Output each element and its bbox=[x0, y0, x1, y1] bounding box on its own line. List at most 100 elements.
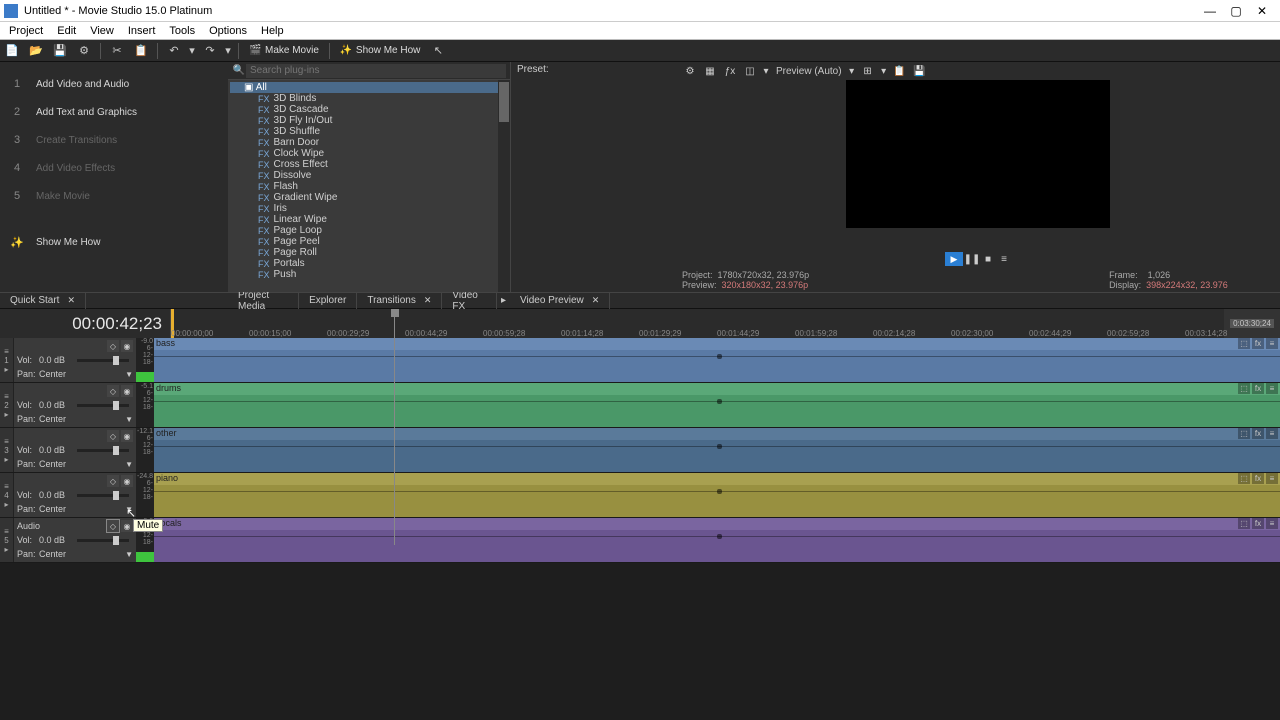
pv-overlay-icon[interactable]: ▦ bbox=[702, 64, 718, 78]
plugin-item[interactable]: FX3D Blinds bbox=[230, 93, 508, 104]
close-icon[interactable]: ✕ bbox=[424, 295, 432, 306]
solo-button[interactable]: ◉ bbox=[121, 340, 133, 352]
plugin-item[interactable]: FXGradient Wipe bbox=[230, 192, 508, 203]
close-button[interactable]: ✕ bbox=[1256, 5, 1268, 17]
undo-icon[interactable]: ↶ bbox=[164, 42, 184, 60]
pv-split-icon[interactable]: ◫ bbox=[742, 64, 758, 78]
clip-props-icon[interactable]: fx bbox=[1252, 383, 1264, 394]
vol-slider[interactable] bbox=[77, 404, 129, 407]
plugin-root[interactable]: ▣ All bbox=[230, 82, 508, 93]
plugin-item[interactable]: FXFlash bbox=[230, 181, 508, 192]
tab-project-media[interactable]: Project Media bbox=[228, 293, 299, 309]
plugin-item[interactable]: FXLinear Wipe bbox=[230, 214, 508, 225]
clip-menu-icon[interactable]: ≡ bbox=[1266, 383, 1278, 394]
playhead-line[interactable] bbox=[394, 315, 395, 545]
undo-dropdown[interactable]: ▾ bbox=[188, 42, 196, 60]
plugin-item[interactable]: FXPage Peel bbox=[230, 236, 508, 247]
track-header[interactable]: ≡5▸Audio◇◉Vol:0.0 dBPan:Center▼-6.66-12-… bbox=[0, 518, 154, 562]
mute-button[interactable]: ◇ bbox=[107, 475, 119, 487]
pv-grid-icon[interactable]: ⊞ bbox=[860, 64, 876, 78]
chevron-down-icon[interactable]: ▼ bbox=[125, 550, 133, 559]
mute-button[interactable]: ◇ bbox=[107, 385, 119, 397]
track-header[interactable]: ≡1▸◇◉Vol:0.0 dBPan:Center▼-9.06-12-18- bbox=[0, 338, 154, 382]
clip-props-icon[interactable]: fx bbox=[1252, 338, 1264, 349]
chevron-down-icon[interactable]: ▼ bbox=[125, 370, 133, 379]
clip[interactable]: vocals⬚fx≡ bbox=[154, 518, 1280, 562]
vol-slider[interactable] bbox=[77, 494, 129, 497]
copy-icon[interactable]: 📋 bbox=[131, 42, 151, 60]
pv-save-icon[interactable]: 💾 bbox=[912, 64, 928, 78]
plugin-item[interactable]: FX3D Shuffle bbox=[230, 126, 508, 137]
envelope-point[interactable] bbox=[717, 489, 722, 494]
open-icon[interactable]: 📂 bbox=[26, 42, 46, 60]
clip-fx-icon[interactable]: ⬚ bbox=[1238, 518, 1250, 529]
pause-button[interactable]: ❚❚ bbox=[965, 252, 979, 266]
envelope-point[interactable] bbox=[717, 534, 722, 539]
solo-button[interactable]: ◉ bbox=[121, 385, 133, 397]
tab-more-icon[interactable]: ▸ bbox=[497, 295, 510, 306]
menu-edit[interactable]: Edit bbox=[50, 25, 83, 37]
clip[interactable]: piano⬚fx≡ bbox=[154, 473, 1280, 517]
plugin-item[interactable]: FXBarn Door bbox=[230, 137, 508, 148]
quickstart-item[interactable]: 1Add Video and Audio bbox=[6, 70, 222, 98]
menu-project[interactable]: Project bbox=[2, 25, 50, 37]
menu-tools[interactable]: Tools bbox=[162, 25, 202, 37]
plugin-item[interactable]: FXIris bbox=[230, 203, 508, 214]
hamburger-icon[interactable]: ≡ bbox=[4, 347, 9, 356]
tab-quickstart[interactable]: Quick Start✕ bbox=[0, 293, 86, 309]
track-header[interactable]: ≡3▸◇◉Vol:0.0 dBPan:Center▼-12.16-12-18- bbox=[0, 428, 154, 472]
clip-menu-icon[interactable]: ≡ bbox=[1266, 518, 1278, 529]
plugin-item[interactable]: FXPortals bbox=[230, 258, 508, 269]
stop-button[interactable]: ■ bbox=[981, 252, 995, 266]
track-index[interactable]: ≡4▸ bbox=[0, 473, 14, 517]
pv-props-icon[interactable]: ⚙ bbox=[682, 64, 698, 78]
pv-grid-dropdown[interactable]: ▾ bbox=[880, 64, 888, 78]
preview-mode[interactable]: Preview (Auto) bbox=[772, 66, 846, 77]
transport-menu-icon[interactable]: ≡ bbox=[997, 252, 1011, 266]
quickstart-show-me-how[interactable]: ✨ Show Me How bbox=[6, 228, 222, 256]
clip-props-icon[interactable]: fx bbox=[1252, 428, 1264, 439]
pv-fx-icon[interactable]: ƒx bbox=[722, 64, 738, 78]
redo-dropdown[interactable]: ▾ bbox=[224, 42, 232, 60]
settings-icon[interactable]: ⚙ bbox=[74, 42, 94, 60]
mute-button[interactable]: ◇ bbox=[107, 520, 119, 532]
chevron-right-icon[interactable]: ▸ bbox=[4, 500, 8, 509]
clip[interactable]: other⬚fx≡ bbox=[154, 428, 1280, 472]
plugin-item[interactable]: FX3D Fly In/Out bbox=[230, 115, 508, 126]
play-button[interactable]: ▶ bbox=[945, 252, 963, 266]
new-icon[interactable]: 📄 bbox=[2, 42, 22, 60]
quickstart-item[interactable]: 2Add Text and Graphics bbox=[6, 98, 222, 126]
plugin-tree[interactable]: ▣ All FX3D BlindsFX3D CascadeFX3D Fly In… bbox=[228, 80, 510, 292]
chevron-right-icon[interactable]: ▸ bbox=[4, 365, 8, 374]
plugin-item[interactable]: FXPage Roll bbox=[230, 247, 508, 258]
hamburger-icon[interactable]: ≡ bbox=[4, 437, 9, 446]
close-icon[interactable]: ✕ bbox=[67, 295, 75, 306]
clip[interactable]: drums⬚fx≡ bbox=[154, 383, 1280, 427]
maximize-button[interactable]: ▢ bbox=[1230, 5, 1242, 17]
clip-fx-icon[interactable]: ⬚ bbox=[1238, 383, 1250, 394]
plugin-item[interactable]: FXPage Loop bbox=[230, 225, 508, 236]
chevron-right-icon[interactable]: ▸ bbox=[4, 455, 8, 464]
menu-insert[interactable]: Insert bbox=[121, 25, 163, 37]
track-index[interactable]: ≡5▸ bbox=[0, 518, 14, 562]
clip-props-icon[interactable]: fx bbox=[1252, 518, 1264, 529]
track-index[interactable]: ≡2▸ bbox=[0, 383, 14, 427]
plugin-search-input[interactable] bbox=[246, 64, 506, 78]
menu-help[interactable]: Help bbox=[254, 25, 291, 37]
menu-options[interactable]: Options bbox=[202, 25, 254, 37]
plugin-item[interactable]: FXPush bbox=[230, 269, 508, 280]
tab-video-fx[interactable]: Video FX bbox=[442, 293, 497, 309]
save-icon[interactable]: 💾 bbox=[50, 42, 70, 60]
close-icon[interactable]: ✕ bbox=[592, 295, 600, 306]
preview-mode-dropdown[interactable]: ▾ bbox=[848, 64, 856, 78]
solo-button[interactable]: ◉ bbox=[121, 475, 133, 487]
vol-slider[interactable] bbox=[77, 539, 129, 542]
pv-copy-icon[interactable]: 📋 bbox=[892, 64, 908, 78]
envelope-point[interactable] bbox=[717, 354, 722, 359]
solo-button[interactable]: ◉ bbox=[121, 430, 133, 442]
clip-fx-icon[interactable]: ⬚ bbox=[1238, 428, 1250, 439]
menu-view[interactable]: View bbox=[83, 25, 121, 37]
clip-menu-icon[interactable]: ≡ bbox=[1266, 473, 1278, 484]
plugin-scrollbar[interactable] bbox=[498, 80, 510, 292]
clip-menu-icon[interactable]: ≡ bbox=[1266, 338, 1278, 349]
